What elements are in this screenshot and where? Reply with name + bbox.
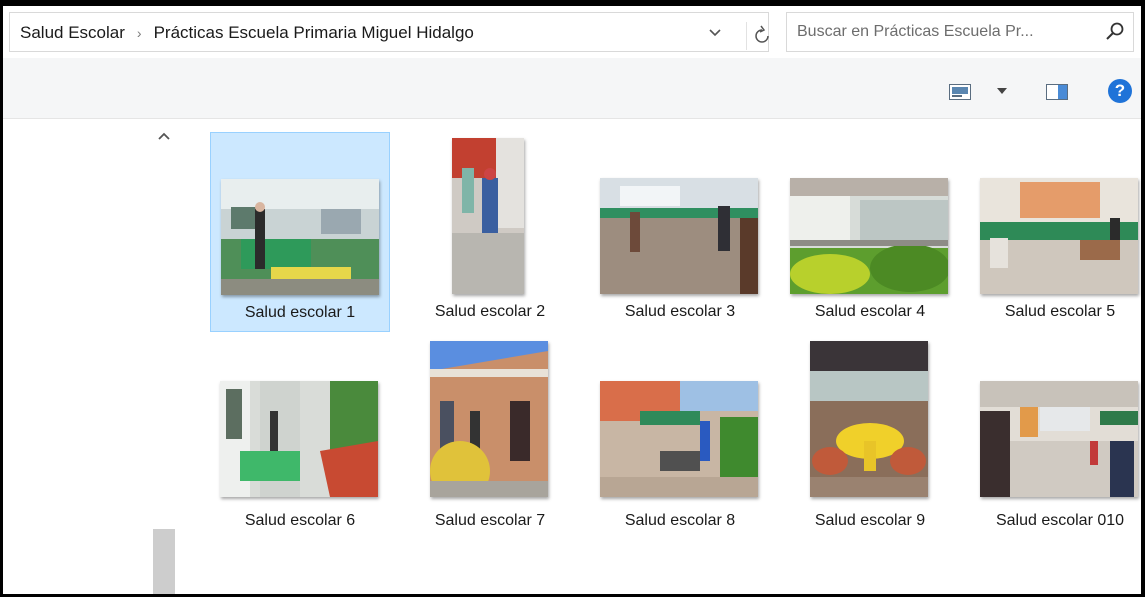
scrollbar-thumb[interactable] xyxy=(153,529,175,594)
thumbnail-image xyxy=(600,381,758,497)
breadcrumb-root[interactable]: Salud Escolar xyxy=(20,23,125,42)
search-placeholder: Buscar en Prácticas Escuela Pr... xyxy=(797,23,1034,40)
thumbnail-image xyxy=(810,341,928,497)
breadcrumb-separator-icon[interactable]: › xyxy=(137,25,142,41)
breadcrumb: Salud Escolar › Prácticas Escuela Primaria… xyxy=(20,23,474,43)
nav-scrollbar[interactable] xyxy=(149,119,178,594)
file-item[interactable]: Salud escolar 3 xyxy=(590,132,770,332)
file-item[interactable]: Salud escolar 1 xyxy=(210,132,390,332)
file-name: Salud escolar 3 xyxy=(624,303,736,320)
file-name: Salud escolar 5 xyxy=(1004,303,1116,320)
thumbnail-image xyxy=(790,178,948,294)
file-item[interactable]: Salud escolar 2 xyxy=(400,132,580,332)
file-item[interactable]: Salud escolar 8 xyxy=(590,341,770,541)
thumbnail-image xyxy=(980,381,1138,497)
thumbnail-image xyxy=(220,381,378,497)
thumbnail-image xyxy=(980,178,1138,294)
file-item[interactable]: Salud escolar 6 xyxy=(210,341,390,541)
file-item[interactable]: Salud escolar 010 xyxy=(970,341,1141,541)
thumbnail-image xyxy=(221,179,379,295)
preview-pane-icon[interactable] xyxy=(1046,84,1068,105)
search-input[interactable]: Buscar en Prácticas Escuela Pr... xyxy=(786,12,1134,52)
search-icon[interactable] xyxy=(1105,21,1125,41)
file-name: Salud escolar 4 xyxy=(814,303,926,320)
file-name: Salud escolar 9 xyxy=(814,512,926,529)
file-grid: Salud escolar 1 Salud escolar 2 Salud es… xyxy=(178,119,1141,594)
file-name: Salud escolar 2 xyxy=(434,303,546,320)
file-item[interactable]: Salud escolar 7 xyxy=(400,341,580,541)
help-icon[interactable]: ? xyxy=(1108,79,1132,103)
file-explorer-window: Salud Escolar › Prácticas Escuela Primaria… xyxy=(0,0,1145,597)
toolbar: ? xyxy=(3,58,1141,119)
file-item[interactable]: Salud escolar 4 xyxy=(780,132,960,332)
file-name: Salud escolar 6 xyxy=(244,512,356,529)
refresh-icon[interactable] xyxy=(746,22,777,50)
breadcrumb-current[interactable]: Prácticas Escuela Primaria Miguel Hidalg… xyxy=(154,23,474,42)
view-options-icon[interactable] xyxy=(949,84,971,105)
file-name: Salud escolar 1 xyxy=(244,304,356,321)
address-bar[interactable]: Salud Escolar › Prácticas Escuela Primaria… xyxy=(9,12,769,52)
view-dropdown-arrow-icon[interactable] xyxy=(997,88,1007,94)
address-row: Salud Escolar › Prácticas Escuela Primaria… xyxy=(3,6,1141,58)
file-item[interactable]: Salud escolar 5 xyxy=(970,132,1141,332)
file-name: Salud escolar 7 xyxy=(434,512,546,529)
file-name: Salud escolar 8 xyxy=(624,512,736,529)
thumbnail-image xyxy=(430,341,548,497)
file-name: Salud escolar 010 xyxy=(995,512,1125,529)
file-item[interactable]: Salud escolar 9 xyxy=(780,341,960,541)
thumbnail-image xyxy=(600,178,758,294)
scroll-up-icon[interactable] xyxy=(158,128,170,143)
chevron-down-icon[interactable] xyxy=(708,25,722,41)
thumbnail-image xyxy=(452,138,524,294)
